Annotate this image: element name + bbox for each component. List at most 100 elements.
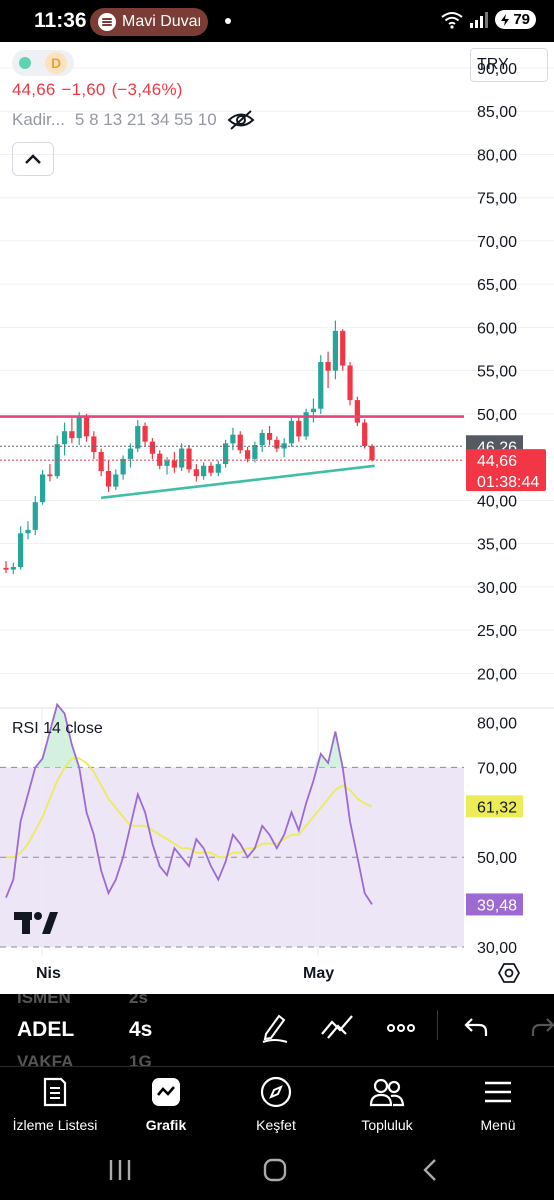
candle-body[interactable]: [252, 445, 258, 459]
watchlist-symbol: ISMEN: [17, 994, 71, 1007]
notification-dot: [225, 18, 231, 24]
candle-body[interactable]: [332, 330, 338, 371]
candle-body[interactable]: [98, 451, 104, 472]
candle-body[interactable]: [259, 432, 265, 446]
price-change: −1,60: [61, 80, 106, 99]
undo-icon[interactable]: [463, 1016, 489, 1043]
price-tick-label: 35,00: [477, 537, 517, 554]
nav-explore[interactable]: Keşfet: [221, 1075, 331, 1133]
candle-body[interactable]: [149, 441, 155, 454]
rsi-tick-label: 50,00: [477, 850, 517, 867]
candle-body[interactable]: [142, 426, 148, 442]
candle-body[interactable]: [25, 529, 31, 534]
candle-body[interactable]: [76, 417, 82, 439]
candle-body[interactable]: [340, 330, 346, 366]
rsi-tick-label: 70,00: [477, 760, 517, 777]
chart-mode-toggle[interactable]: D: [12, 50, 74, 76]
home-icon[interactable]: [263, 1158, 287, 1187]
candle-body[interactable]: [325, 362, 331, 371]
price-quote: 44,66 −1,60 (−3,46%): [12, 80, 189, 100]
watchlist-row[interactable]: VAKFA 1G: [17, 1052, 152, 1066]
watchlist-row[interactable]: ISMEN 2s: [17, 994, 148, 1008]
last-price: 44,66: [12, 80, 56, 99]
candle-body[interactable]: [244, 450, 251, 459]
battery-level: 79: [513, 11, 530, 28]
candle-body[interactable]: [362, 422, 368, 446]
candle-body[interactable]: [215, 464, 221, 473]
community-icon: [332, 1075, 442, 1109]
price-tick-label: 70,00: [477, 234, 517, 251]
media-pill-text: Mavi Duvar: [122, 13, 200, 30]
candle-body[interactable]: [91, 436, 97, 452]
currency-selector[interactable]: TRY: [470, 48, 548, 82]
candle-body[interactable]: [18, 533, 24, 568]
candle-body[interactable]: [274, 439, 280, 449]
status-bar: 11:36 Mavi Duvar 79: [0, 0, 554, 42]
candle-body[interactable]: [201, 465, 207, 477]
candle-body[interactable]: [127, 448, 134, 459]
candle-body[interactable]: [186, 448, 192, 470]
draw-pen-icon[interactable]: [260, 1012, 290, 1049]
price-tick-label: 50,00: [477, 407, 517, 424]
candle-body[interactable]: [296, 420, 302, 437]
back-icon[interactable]: [421, 1158, 439, 1187]
candle-body[interactable]: [69, 431, 75, 439]
candle-body[interactable]: [179, 448, 185, 468]
candle-body[interactable]: [40, 474, 46, 503]
candle-body[interactable]: [310, 408, 317, 413]
candle-body[interactable]: [3, 567, 9, 570]
indicator-params: 5 8 13 21 34 55 10: [74, 110, 217, 129]
candle-body[interactable]: [318, 362, 324, 409]
media-pill[interactable]: Mavi Duvar: [90, 8, 208, 36]
currency-label: TRY: [477, 56, 509, 73]
more-options-icon[interactable]: [387, 1020, 415, 1038]
redo-icon[interactable]: [530, 1016, 554, 1043]
nav-label: Menü: [480, 1117, 516, 1133]
price-tick-label: 25,00: [477, 623, 517, 640]
candle-body[interactable]: [347, 365, 353, 401]
nav-menu[interactable]: Menü: [443, 1075, 553, 1133]
price-tick-label: 55,00: [477, 364, 517, 381]
chart-area[interactable]: 90,00 85,00 80,00 75,00 70,00 65,00 60,00 55,00…: [0, 42, 554, 994]
candle-body[interactable]: [171, 460, 177, 468]
watchlist-symbol: VAKFA: [17, 1052, 74, 1066]
candle-body[interactable]: [193, 469, 199, 477]
candle-body[interactable]: [237, 434, 243, 451]
nav-chart[interactable]: Grafik: [111, 1075, 221, 1133]
nav-community[interactable]: Topluluk: [332, 1075, 442, 1133]
candle-body[interactable]: [208, 465, 214, 473]
price-change-pct: (−3,46%): [111, 80, 183, 99]
chart-canvas[interactable]: 90,0085,0080,0075,0070,0065,0060,0055,00…: [0, 42, 554, 994]
collapse-legend-button[interactable]: [12, 142, 54, 176]
candle-body[interactable]: [47, 474, 53, 477]
rsi-legend-label[interactable]: RSI 14 close: [12, 720, 103, 738]
nav-watchlist[interactable]: İzleme Listesi: [0, 1075, 110, 1133]
candle-body[interactable]: [354, 400, 360, 423]
candle-body[interactable]: [135, 426, 141, 449]
candle-body[interactable]: [288, 420, 295, 444]
candle-body[interactable]: [10, 567, 16, 570]
drawing-tools-icon[interactable]: [320, 1012, 354, 1047]
candle-body[interactable]: [61, 431, 68, 445]
indicator-legend[interactable]: Kadir... 5 8 13 21 34 55 10: [12, 109, 255, 131]
candle-body[interactable]: [113, 474, 119, 487]
time-label-may: May: [303, 965, 335, 982]
recent-apps-icon[interactable]: [108, 1159, 132, 1186]
candle-body[interactable]: [32, 502, 38, 530]
chart-settings-icon[interactable]: [497, 962, 521, 989]
watchlist-row-active[interactable]: ADEL 4s: [17, 1018, 152, 1042]
candle-body[interactable]: [105, 471, 112, 487]
tradingview-logo-icon[interactable]: [14, 912, 58, 941]
candle-body[interactable]: [164, 460, 170, 466]
indicator-name: Kadir...: [12, 110, 65, 129]
candle-body[interactable]: [120, 458, 126, 475]
hamburger-icon: [443, 1075, 553, 1109]
candle-body[interactable]: [266, 432, 273, 440]
candle-body[interactable]: [369, 445, 375, 461]
price-tick-label: 20,00: [477, 666, 517, 683]
candle-body[interactable]: [83, 417, 90, 437]
bottom-navigation: İzleme Listesi Grafik Keşfet Topluluk Me…: [0, 1066, 554, 1138]
hide-eye-icon[interactable]: [227, 109, 255, 131]
support-trendline[interactable]: [101, 464, 375, 500]
candle-body[interactable]: [230, 434, 236, 444]
